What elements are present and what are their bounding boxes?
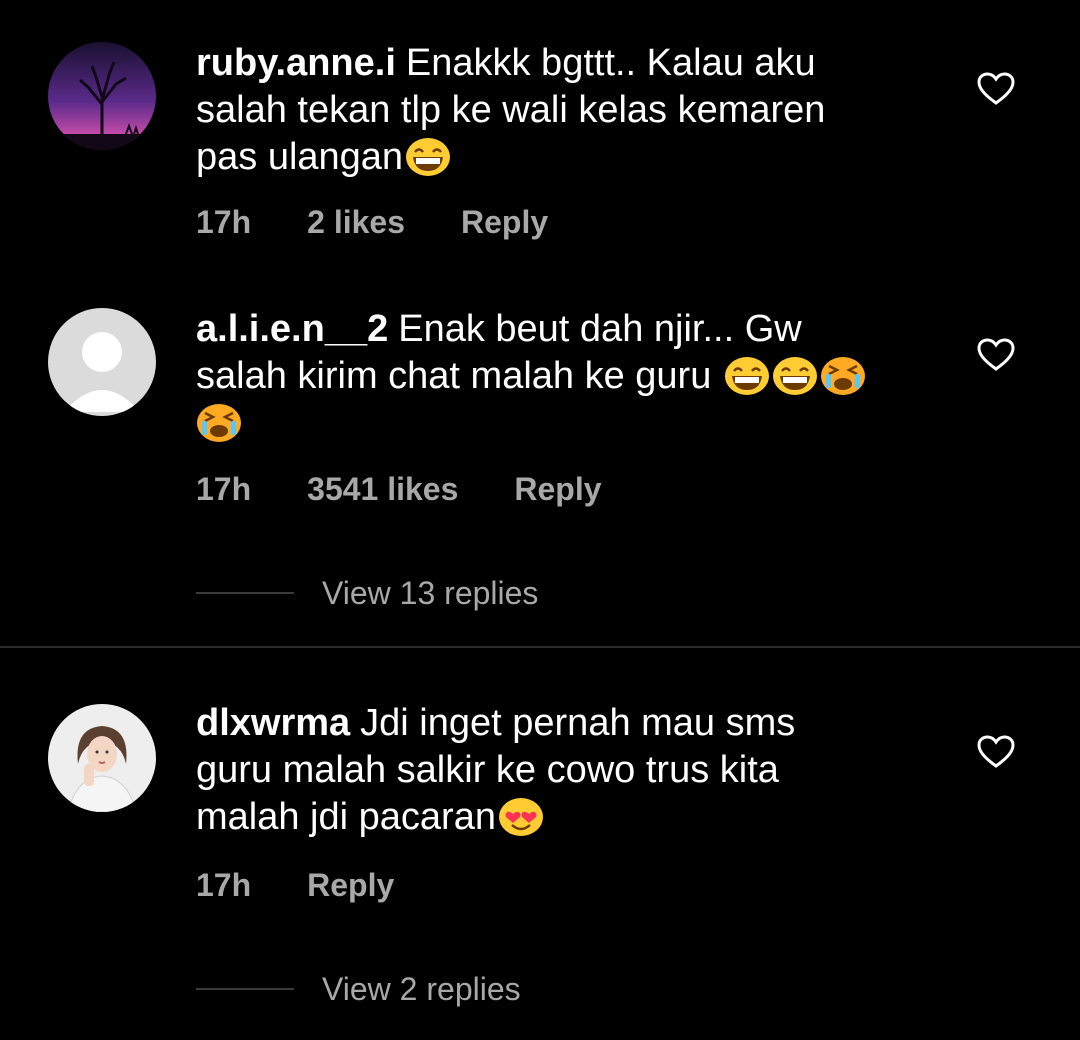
heart-eyes-emoji-icon	[498, 798, 543, 836]
username[interactable]: a.l.i.e.n__2	[196, 308, 388, 350]
reply-button[interactable]: Reply	[307, 867, 394, 903]
comment-body: ruby.anne.i Enakkk bgttt.. Kalau aku sala…	[196, 40, 936, 181]
person-photo-avatar-icon	[48, 704, 156, 812]
comment-body: dlxwrma Jdi inget pernah mau sms guru mal…	[196, 700, 936, 841]
view-replies-button[interactable]: View 13 replies	[196, 573, 538, 613]
comment-body: a.l.i.e.n__2 Enak beut dah njir... Gw sal…	[196, 306, 936, 447]
avatar[interactable]	[48, 42, 156, 150]
comment-line: salah tekan tlp ke wali kelas kemaren	[196, 89, 826, 131]
tree-silhouette-avatar-icon	[48, 42, 156, 150]
view-replies-label[interactable]: View 2 replies	[322, 971, 521, 1008]
comment-text: dlxwrma Jdi inget pernah mau sms guru mal…	[196, 700, 936, 841]
comment-line: guru malah salkir ke cowo trus kita	[196, 749, 779, 791]
reply-button[interactable]: Reply	[461, 204, 548, 240]
reply-button[interactable]: Reply	[514, 471, 601, 507]
comment-meta: 17h 2 likes Reply	[196, 204, 604, 241]
likes-count[interactable]: 3541 likes	[307, 471, 458, 507]
comment-line: malah jdi pacaran	[196, 796, 496, 838]
view-replies-button[interactable]: View 2 replies	[196, 969, 521, 1009]
laughing-emoji-icon	[772, 357, 817, 395]
comment-line: pas ulangan	[196, 136, 404, 178]
timestamp: 17h	[196, 867, 252, 903]
replies-divider-line	[196, 592, 294, 594]
timestamp: 17h	[196, 204, 252, 240]
comment-line: Enak beut dah njir... Gw	[398, 308, 802, 350]
section-divider	[0, 646, 1080, 648]
username[interactable]: ruby.anne.i	[196, 42, 396, 84]
comment-line: Jdi inget pernah mau sms	[360, 702, 796, 744]
replies-divider-line	[196, 988, 294, 990]
heart-icon[interactable]	[977, 72, 1015, 106]
comment-meta: 17h 3541 likes Reply	[196, 471, 658, 508]
heart-icon[interactable]	[977, 338, 1015, 372]
comment-text: a.l.i.e.n__2 Enak beut dah njir... Gw sal…	[196, 306, 936, 447]
timestamp: 17h	[196, 471, 252, 507]
avatar[interactable]	[48, 704, 156, 812]
view-replies-label[interactable]: View 13 replies	[322, 575, 538, 612]
username[interactable]: dlxwrma	[196, 702, 350, 744]
comment-line: Enakkk bgttt.. Kalau aku	[405, 42, 816, 84]
laughing-emoji-icon	[406, 138, 451, 176]
laughing-emoji-icon	[724, 357, 769, 395]
comment-line: salah kirim chat malah ke guru	[196, 355, 712, 397]
comment-meta: 17h Reply	[196, 867, 450, 904]
crying-emoji-icon	[197, 404, 241, 442]
likes-count[interactable]: 2 likes	[307, 204, 405, 240]
avatar[interactable]	[48, 308, 156, 416]
comment-text: ruby.anne.i Enakkk bgttt.. Kalau aku sala…	[196, 40, 936, 181]
heart-icon[interactable]	[977, 735, 1015, 769]
crying-emoji-icon	[820, 357, 865, 395]
default-user-avatar-icon	[48, 308, 156, 416]
